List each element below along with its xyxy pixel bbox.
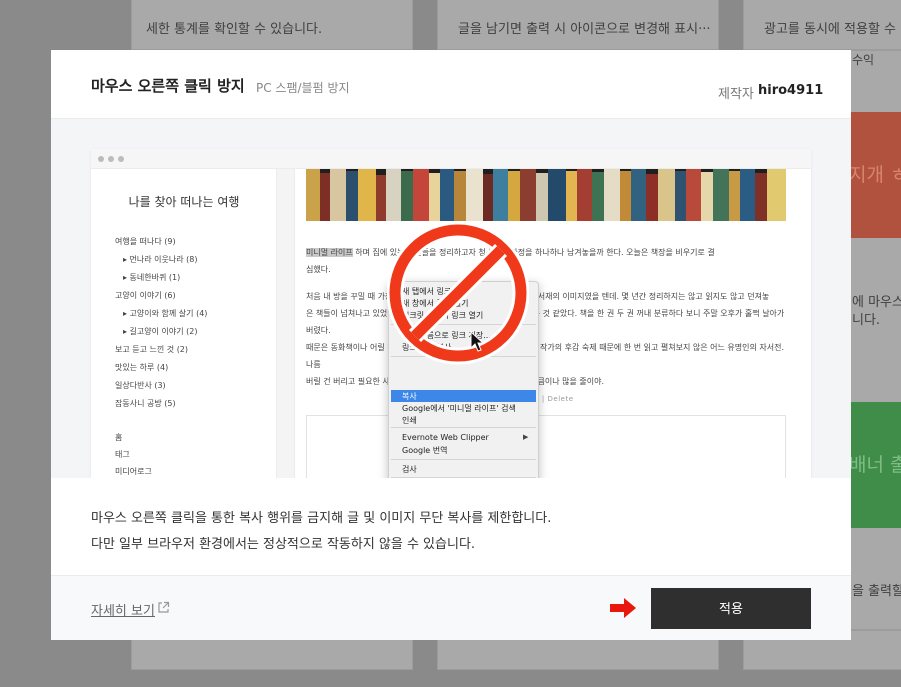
background-banner-text: 지개 ㅎ xyxy=(849,164,901,186)
context-menu-item: 검사 xyxy=(402,465,417,474)
context-menu-divider xyxy=(391,427,536,428)
context-menu-item: Evernote Web Clipper xyxy=(402,433,489,442)
apply-button[interactable]: 적용 xyxy=(651,588,811,629)
post-text-line: 때문은 동화책이나 어릴 적 읽던 만화책, 전공서적 나부랭이, 좋아하는 작… xyxy=(306,343,785,369)
background-side-text: 수익 xyxy=(852,53,875,67)
blog-sidebar-gutter xyxy=(277,169,295,478)
post-highlight-text: 미니멀 라이프 xyxy=(306,248,353,257)
blog-category-item: 잡동사니 공방 (5) xyxy=(115,399,176,408)
description-line: 다만 일부 브라우저 환경에서는 정상적으로 작동하지 않을 수 있습니다. xyxy=(91,537,476,552)
context-menu-divider xyxy=(391,459,536,460)
blog-category-item: 일상다반사 (3) xyxy=(115,381,166,390)
post-text-line: 심했다. xyxy=(306,265,331,274)
blog-post: 미니멀 라이프 하며 집에 있는 물건들을 정리하고자 청소하는 과정을 하나하… xyxy=(296,169,811,478)
blog-category-item: ▸ 동네한바퀴 (1) xyxy=(123,273,181,282)
post-image-books xyxy=(306,169,786,221)
plugin-description: 마우스 오른쪽 클릭을 통한 복사 행위를 금지해 글 및 이미지 무단 복사를… xyxy=(51,478,851,575)
blog-category-item: 고양이 이야기 (6) xyxy=(115,291,176,300)
blog-sidebar: 나를 찾아 떠나는 여행 여행을 떠나다 (9) ▸ 먼나라 이웃나라 (8) … xyxy=(91,169,277,478)
author-label: 제작자 xyxy=(718,87,754,102)
blog-nav-item: 홈 xyxy=(115,433,123,442)
modal-footer: 자세히 보기 적용 xyxy=(51,575,851,640)
submenu-arrow-icon: ▶ xyxy=(523,433,529,441)
blog-category-item: 여행을 떠나다 (9) xyxy=(115,237,176,246)
description-line: 마우스 오른쪽 클릭을 통한 복사 행위를 금지해 글 및 이미지 무단 복사를… xyxy=(91,511,552,526)
red-arrow-icon xyxy=(610,598,636,618)
post-paragraph: 미니멀 라이프 하며 집에 있는 물건들을 정리하고자 청소하는 과정을 하나하… xyxy=(306,244,786,278)
modal-title: 마우스 오른쪽 클릭 방지 xyxy=(91,77,245,95)
window-dot-icon xyxy=(108,156,114,162)
blog-category-item: 맛있는 하루 (4) xyxy=(115,363,169,372)
external-link-icon xyxy=(158,601,170,613)
background-side-text: 니다. xyxy=(852,313,881,328)
background-banner-green: 배너 출 xyxy=(849,402,901,528)
background-card-text: 광고를 동시에 적용할 수 있습 xyxy=(764,22,901,37)
window-dot-icon xyxy=(118,156,124,162)
background-side-text: 을 출력할 xyxy=(852,584,901,599)
post-paragraph: 처음 내 방을 꾸밀 때 가장 먼저 떠오른 것은 영화에서 보던 지적인 오 … xyxy=(306,288,786,390)
modal-header: 마우스 오른쪽 클릭 방지 PC 스팸/블펌 방지 제작자 hiro4911 xyxy=(51,50,851,119)
blog-title: 나를 찾아 떠나는 여행 xyxy=(128,195,240,209)
blog-category-item: ▸ 고양이와 함께 살기 (4) xyxy=(123,309,208,318)
background-card-icon: 글을 남기면 출력 시 아이콘으로 변경해 표시··· xyxy=(437,0,719,50)
detail-link[interactable]: 자세히 보기 xyxy=(91,600,155,619)
background-card-text: 세한 통계를 확인할 수 있습니다. xyxy=(146,22,323,37)
context-menu-item: Google에서 '미니멀 라이프' 검색 xyxy=(402,404,516,413)
background-side-text: 에 마우스 xyxy=(852,295,901,310)
author-name: hiro4911 xyxy=(758,83,824,98)
background-card-text: 글을 남기면 출력 시 아이콘으로 변경해 표시··· xyxy=(458,22,711,37)
blog-category-item: 보고 듣고 느낀 것 (2) xyxy=(115,345,189,354)
browser-title-bar xyxy=(91,149,811,169)
background-card-stats: 세한 통계를 확인할 수 있습니다. xyxy=(131,0,413,50)
modal-category: PC 스팸/블펌 방지 xyxy=(256,81,350,95)
blog-category-item: ▸ 길고양이 이야기 (2) xyxy=(123,327,198,336)
blog-category-item: ▸ 먼나라 이웃나라 (8) xyxy=(123,255,198,264)
context-menu-item: 인쇄 xyxy=(402,416,417,425)
post-text-line: 은 책들이 넘쳐나고 있었다. 꽂혀있는 책들만 세어도 백 권은 훌쩍 넘는 … xyxy=(306,309,785,335)
background-banner-red: 지개 ㅎ xyxy=(849,112,901,238)
context-menu-item: Google 번역 xyxy=(402,446,448,455)
window-dot-icon xyxy=(98,156,104,162)
comment-box xyxy=(306,415,786,478)
prohibited-icon xyxy=(387,221,529,365)
background-card-ad: 광고를 동시에 적용할 수 있습 xyxy=(743,0,901,50)
background-banner-text: 배너 출 xyxy=(849,454,901,476)
mouse-cursor-icon xyxy=(470,331,484,352)
context-menu-item-copy: 복사 xyxy=(402,392,417,401)
blog-nav-item: 미디어로그 xyxy=(115,467,152,476)
blog-nav-item: 태그 xyxy=(115,450,130,459)
